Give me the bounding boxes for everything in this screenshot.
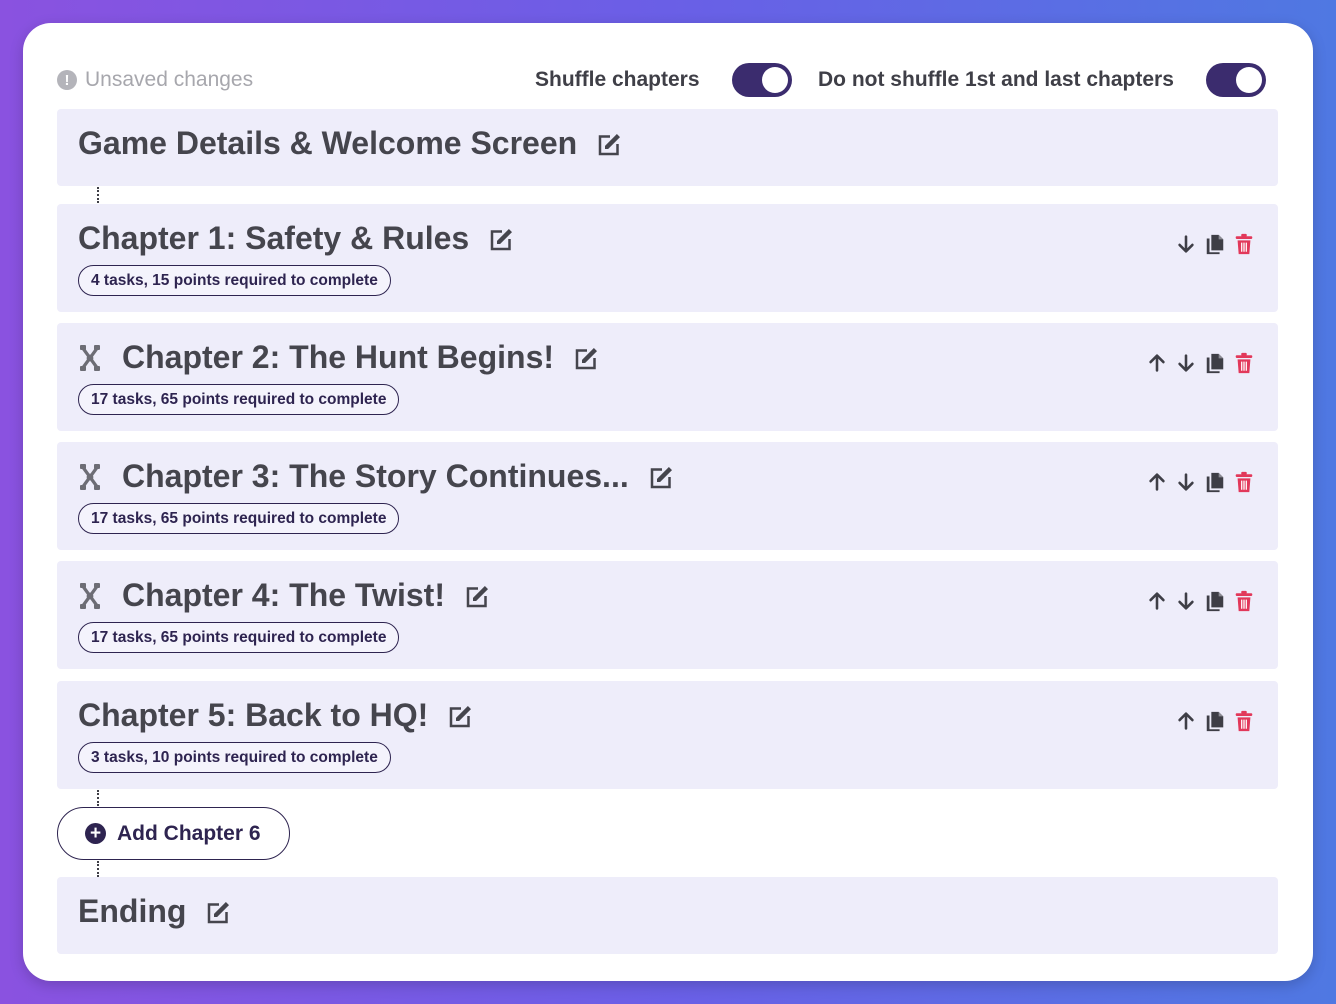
chapter-title: Chapter 4: The Twist!	[122, 577, 445, 613]
chapter-title-row: Chapter 4: The Twist!	[78, 577, 493, 614]
arrow-down-icon[interactable]	[1171, 230, 1200, 258]
warning-icon: !	[57, 70, 77, 90]
edit-icon[interactable]	[595, 129, 625, 159]
unsaved-label: Unsaved changes	[85, 68, 254, 91]
keep-ends-toggle-group: Do not shuffle 1st and last chapters	[818, 59, 1266, 101]
arrow-up-icon[interactable]	[1142, 349, 1171, 377]
keep-ends-toggle[interactable]	[1205, 63, 1266, 97]
trash-icon[interactable]	[1229, 468, 1258, 496]
top-bar: ! Unsaved changes Shuffle chapters Do no…	[57, 63, 1278, 97]
trash-icon[interactable]	[1229, 707, 1258, 735]
edit-icon[interactable]	[487, 224, 517, 254]
chapter-title: Chapter 5: Back to HQ!	[78, 697, 429, 733]
drag-handle-icon[interactable]	[78, 462, 102, 492]
copy-icon[interactable]	[1200, 349, 1229, 377]
edit-icon[interactable]	[446, 701, 476, 731]
toggle-knob	[761, 67, 788, 93]
drag-handle-icon[interactable]	[78, 581, 102, 611]
shuffle-toggle-group: Shuffle chapters	[535, 59, 792, 101]
keep-ends-label: Do not shuffle 1st and last chapters	[818, 68, 1174, 91]
arrow-down-icon[interactable]	[1171, 349, 1200, 377]
chapter-actions	[1142, 349, 1258, 377]
add-chapter-label: Add Chapter 6	[117, 821, 261, 845]
chapter-title-row: Chapter 5: Back to HQ!	[78, 697, 476, 734]
arrow-down-icon[interactable]	[1171, 468, 1200, 496]
chapter-title-row: Chapter 2: The Hunt Begins!	[78, 339, 602, 376]
edit-icon[interactable]	[572, 343, 602, 373]
plus-circle-icon: +	[85, 823, 106, 844]
welcome-title-row: Game Details & Welcome Screen	[78, 125, 625, 162]
welcome-title: Game Details & Welcome Screen	[78, 125, 578, 161]
copy-icon[interactable]	[1200, 468, 1229, 496]
chapter-summary-badge: 17 tasks, 65 points required to complete	[78, 503, 400, 534]
unsaved-status: ! Unsaved changes	[57, 65, 253, 95]
chapter-title: Chapter 2: The Hunt Begins!	[122, 339, 555, 375]
copy-icon[interactable]	[1200, 230, 1229, 258]
trash-icon[interactable]	[1229, 349, 1258, 377]
trash-icon[interactable]	[1229, 230, 1258, 258]
chapter-block[interactable]: Chapter 3: The Story Continues... 17 task…	[57, 442, 1278, 550]
arrow-up-icon[interactable]	[1142, 468, 1171, 496]
chapter-title-row: Chapter 3: The Story Continues...	[78, 458, 677, 495]
arrow-down-icon[interactable]	[1171, 587, 1200, 615]
toggle-knob	[1235, 67, 1262, 93]
chapter-block[interactable]: Chapter 1: Safety & Rules 4 tasks, 15 poi…	[57, 204, 1278, 312]
edit-icon[interactable]	[647, 462, 677, 492]
edit-icon[interactable]	[204, 897, 234, 927]
add-chapter-button[interactable]: + Add Chapter 6	[57, 807, 290, 860]
chapter-title-row: Chapter 1: Safety & Rules	[78, 220, 517, 257]
chapter-actions	[1171, 230, 1258, 258]
chapter-actions	[1142, 468, 1258, 496]
chapter-block[interactable]: Chapter 2: The Hunt Begins! 17 tasks, 65 …	[57, 323, 1278, 431]
chapter-actions	[1171, 707, 1258, 735]
arrow-up-icon[interactable]	[1171, 707, 1200, 735]
chapter-title: Chapter 3: The Story Continues...	[122, 458, 629, 494]
chapter-summary-badge: 17 tasks, 65 points required to complete	[78, 384, 400, 415]
connector-line	[97, 187, 99, 203]
chapter-block[interactable]: Chapter 4: The Twist! 17 tasks, 65 points…	[57, 561, 1278, 669]
chapter-summary-badge: 3 tasks, 10 points required to complete	[78, 742, 391, 773]
chapter-actions	[1142, 587, 1258, 615]
arrow-up-icon[interactable]	[1142, 587, 1171, 615]
shuffle-toggle[interactable]	[731, 63, 792, 97]
chapter-editor-card: ! Unsaved changes Shuffle chapters Do no…	[23, 23, 1313, 981]
connector-line	[97, 861, 99, 877]
copy-icon[interactable]	[1200, 587, 1229, 615]
chapter-title: Chapter 1: Safety & Rules	[78, 220, 470, 256]
drag-handle-icon[interactable]	[78, 343, 102, 373]
ending-block[interactable]: Ending	[57, 877, 1278, 954]
ending-title-row: Ending	[78, 893, 234, 930]
trash-icon[interactable]	[1229, 587, 1258, 615]
edit-icon[interactable]	[463, 581, 493, 611]
chapter-summary-badge: 4 tasks, 15 points required to complete	[78, 265, 391, 296]
chapter-block[interactable]: Chapter 5: Back to HQ! 3 tasks, 10 points…	[57, 681, 1278, 789]
shuffle-label: Shuffle chapters	[535, 68, 700, 91]
copy-icon[interactable]	[1200, 707, 1229, 735]
welcome-screen-block[interactable]: Game Details & Welcome Screen	[57, 109, 1278, 186]
ending-title: Ending	[78, 893, 187, 929]
connector-line	[97, 790, 99, 806]
chapter-summary-badge: 17 tasks, 65 points required to complete	[78, 622, 400, 653]
